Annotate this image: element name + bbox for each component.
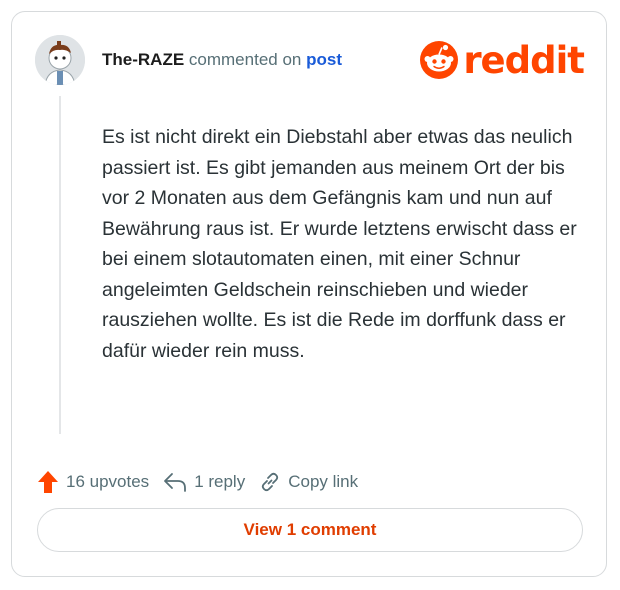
copy-link-action[interactable]: Copy link [259, 471, 358, 493]
comment-card: The-RAZE commented on post reddit Es ist… [11, 11, 607, 577]
author-name[interactable]: The-RAZE [102, 50, 184, 69]
avatar-image [35, 35, 85, 85]
reddit-wordmark: reddit [463, 38, 585, 82]
reply-count: 1 reply [194, 472, 246, 491]
upvote-action[interactable]: 16 upvotes [37, 470, 149, 494]
snoo-icon [420, 41, 459, 79]
action-bar: 16 upvotes 1 reply Copy link [37, 470, 372, 494]
upvote-arrow-icon[interactable] [37, 470, 59, 494]
reply-action[interactable]: 1 reply [163, 472, 245, 492]
comment-header: The-RAZE commented on post [102, 50, 342, 70]
copy-link-label: Copy link [288, 472, 359, 491]
upvote-count: 16 upvotes [66, 472, 150, 491]
thread-line [59, 96, 61, 434]
view-comments-button[interactable]: View 1 comment [37, 508, 583, 552]
avatar[interactable] [35, 35, 85, 85]
comment-body: Es ist nicht direkt ein Diebstahl aber e… [102, 126, 577, 362]
reply-arrow-icon [164, 473, 187, 492]
post-link[interactable]: post [306, 50, 342, 69]
link-chain-icon [262, 472, 279, 492]
action-text: commented on [188, 50, 302, 69]
reddit-logo[interactable]: reddit [419, 38, 585, 82]
